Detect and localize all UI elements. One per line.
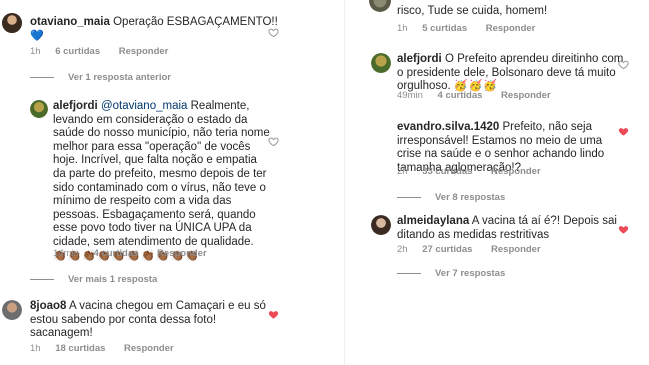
comment-body: Operação ESBAGAÇAMENTO!!: [113, 16, 278, 28]
view-replies[interactable]: Ver 8 respostas: [397, 192, 505, 203]
comment-time: 14min: [53, 248, 79, 259]
comment-meta: 1h 5 curtidas Responder: [397, 23, 535, 34]
reply-button[interactable]: Responder: [157, 248, 207, 259]
comment-likes[interactable]: 18 curtidas: [55, 343, 105, 354]
comment-likes[interactable]: 27 curtidas: [422, 244, 472, 255]
comment-text: alefjordi O Prefeito aprendeu direitinho…: [397, 53, 629, 94]
column-divider: [344, 0, 345, 365]
reply-button[interactable]: Responder: [119, 46, 169, 57]
comment-text: almeidaylana A vacina tá aí é?! Depois s…: [397, 215, 622, 242]
comment-likes[interactable]: 4 curtidas: [94, 248, 139, 259]
comment-likes[interactable]: 4 curtidas: [438, 90, 483, 101]
comment-username[interactable]: alefjordi: [53, 100, 98, 112]
view-replies[interactable]: Ver 7 respostas: [397, 268, 505, 279]
right-comment-column: risco, Tude se cuida, homem! 1h 5 curtid…: [355, 0, 649, 365]
reply-button[interactable]: Responder: [501, 90, 551, 101]
view-more-replies[interactable]: Ver mais 1 resposta: [30, 274, 157, 285]
comment-time: 2h: [397, 166, 408, 177]
comment-meta: 1h 6 curtidas Responder: [30, 46, 168, 57]
comment-meta: 1h 18 curtidas Responder: [30, 343, 174, 354]
comment-username[interactable]: evandro.silva.1420: [397, 121, 499, 133]
comment-text: otaviano_maia Operação ESBAGAÇAMENTO!! 💙: [30, 16, 280, 43]
view-previous-replies[interactable]: Ver 1 resposta anterior: [30, 72, 171, 83]
comment-body: A vacina chegou em Camaçari e eu só esto…: [30, 300, 266, 340]
liked-heart-icon[interactable]: [618, 224, 629, 235]
avatar[interactable]: [2, 13, 22, 33]
comment-text: alefjordi @otaviano_maia Realmente, leva…: [53, 100, 271, 263]
comment-text: 8joao8 A vacina chegou em Camaçari e eu …: [30, 300, 280, 341]
comment-meta: 2h 33 curtidas Responder: [397, 166, 541, 177]
mention-link[interactable]: @otaviano_maia: [101, 100, 187, 112]
comment-likes[interactable]: 6 curtidas: [55, 46, 100, 57]
comment-likes[interactable]: 5 curtidas: [422, 23, 467, 34]
comment-username[interactable]: otaviano_maia: [30, 16, 110, 28]
avatar[interactable]: [2, 300, 22, 320]
reply-button[interactable]: Responder: [486, 23, 536, 34]
comment-meta: 14min 4 curtidas Responder: [53, 248, 207, 259]
comment-time: 1h: [30, 343, 41, 354]
reply-button[interactable]: Responder: [491, 166, 541, 177]
comment-username[interactable]: alefjordi: [397, 53, 442, 65]
like-heart-icon[interactable]: [618, 59, 629, 70]
comment-username[interactable]: almeidaylana: [397, 215, 469, 227]
comment-emoji: 💙: [30, 29, 45, 42]
avatar[interactable]: [30, 100, 48, 118]
like-heart-icon[interactable]: [268, 136, 279, 147]
reply-button[interactable]: Responder: [491, 244, 541, 255]
avatar[interactable]: [371, 215, 391, 235]
comment-meta: 2h 27 curtidas Responder: [397, 244, 541, 255]
avatar[interactable]: [369, 0, 391, 12]
comment-username[interactable]: 8joao8: [30, 300, 66, 312]
comment-text: risco, Tude se cuida, homem!: [397, 5, 637, 19]
liked-heart-icon[interactable]: [268, 309, 279, 320]
comment-body: risco, Tude se cuida, homem!: [397, 5, 548, 17]
like-heart-icon[interactable]: [268, 27, 279, 38]
comment-time: 1h: [30, 46, 41, 57]
comment-time: 2h: [397, 244, 408, 255]
liked-heart-icon[interactable]: [618, 126, 629, 137]
comment-body: Realmente, levando em consideração o est…: [53, 100, 270, 248]
comment-meta: 49min 4 curtidas Responder: [397, 90, 551, 101]
left-comment-column: otaviano_maia Operação ESBAGAÇAMENTO!! 💙…: [0, 0, 290, 365]
comment-time: 1h: [397, 23, 408, 34]
comment-likes[interactable]: 33 curtidas: [422, 166, 472, 177]
reply-button[interactable]: Responder: [124, 343, 174, 354]
avatar[interactable]: [371, 53, 391, 73]
comment-time: 49min: [397, 90, 423, 101]
